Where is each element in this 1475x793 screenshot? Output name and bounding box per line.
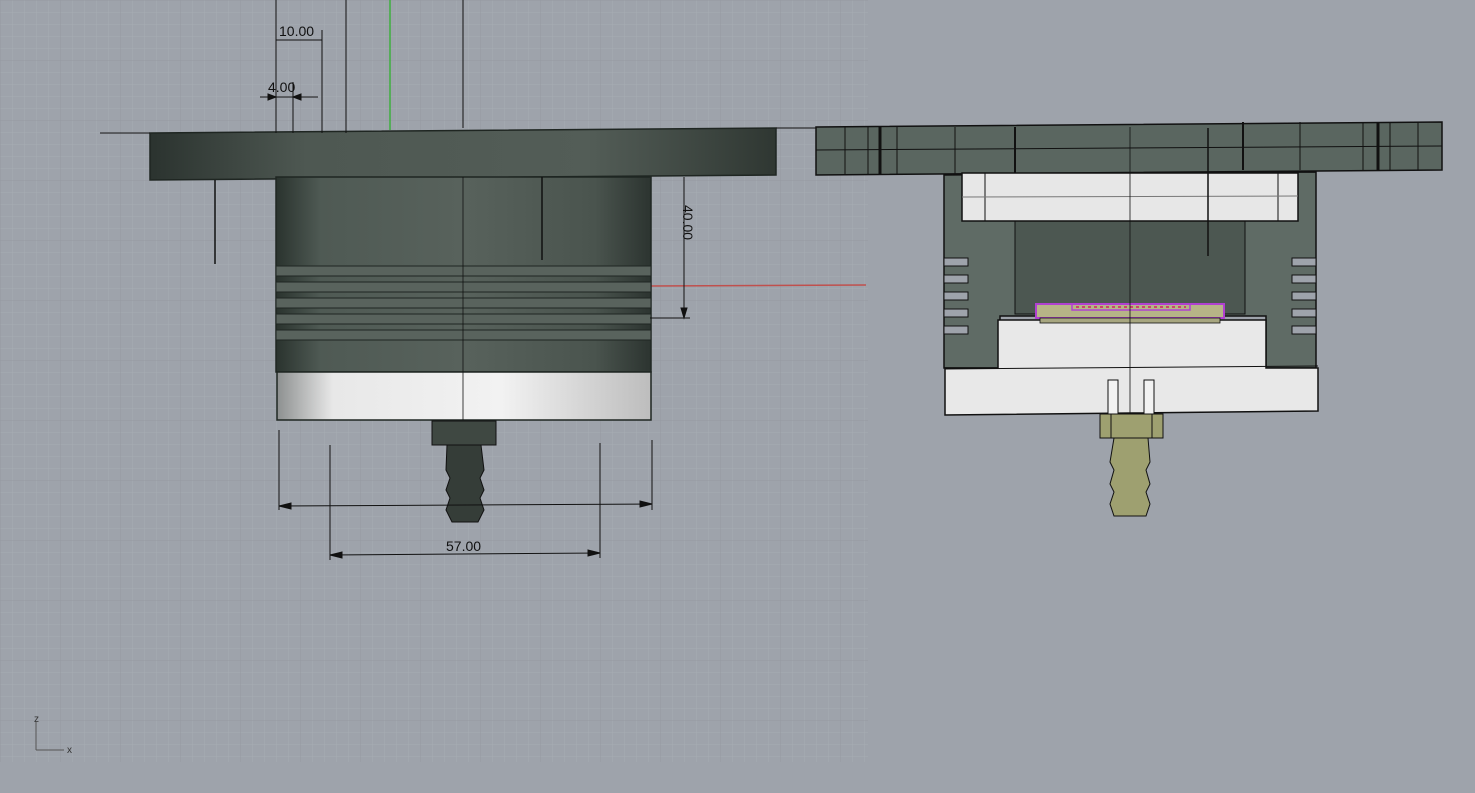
section-hose-barb[interactable]	[1109, 437, 1151, 517]
inlet-pin-right	[1143, 379, 1155, 417]
section-view[interactable]	[815, 121, 1443, 517]
rhino-front-viewport[interactable]: 10.00 4.00 40.00 57.00 z x	[0, 0, 1475, 788]
inlet-pin-left	[1107, 379, 1119, 417]
white-base[interactable]	[276, 371, 652, 421]
dim-label-top-offset[interactable]: 4.00	[268, 79, 295, 95]
section-hex-nut[interactable]	[1099, 413, 1164, 439]
x-axis-line	[649, 284, 867, 287]
hex-nut[interactable]	[431, 420, 497, 446]
dim-label-vertical-height[interactable]: 40.00	[680, 205, 696, 240]
dim-label-top-width[interactable]: 10.00	[279, 23, 314, 39]
hose-barb[interactable]	[445, 444, 485, 523]
top-flange[interactable]	[149, 127, 777, 181]
axis-triad-x-label: x	[67, 745, 72, 756]
axis-triad-z-label: z	[34, 714, 39, 725]
viewport-canvas[interactable]: 10.00 4.00 40.00 57.00 z x	[0, 0, 1475, 788]
dim-label-bottom-width[interactable]: 57.00	[446, 538, 481, 554]
